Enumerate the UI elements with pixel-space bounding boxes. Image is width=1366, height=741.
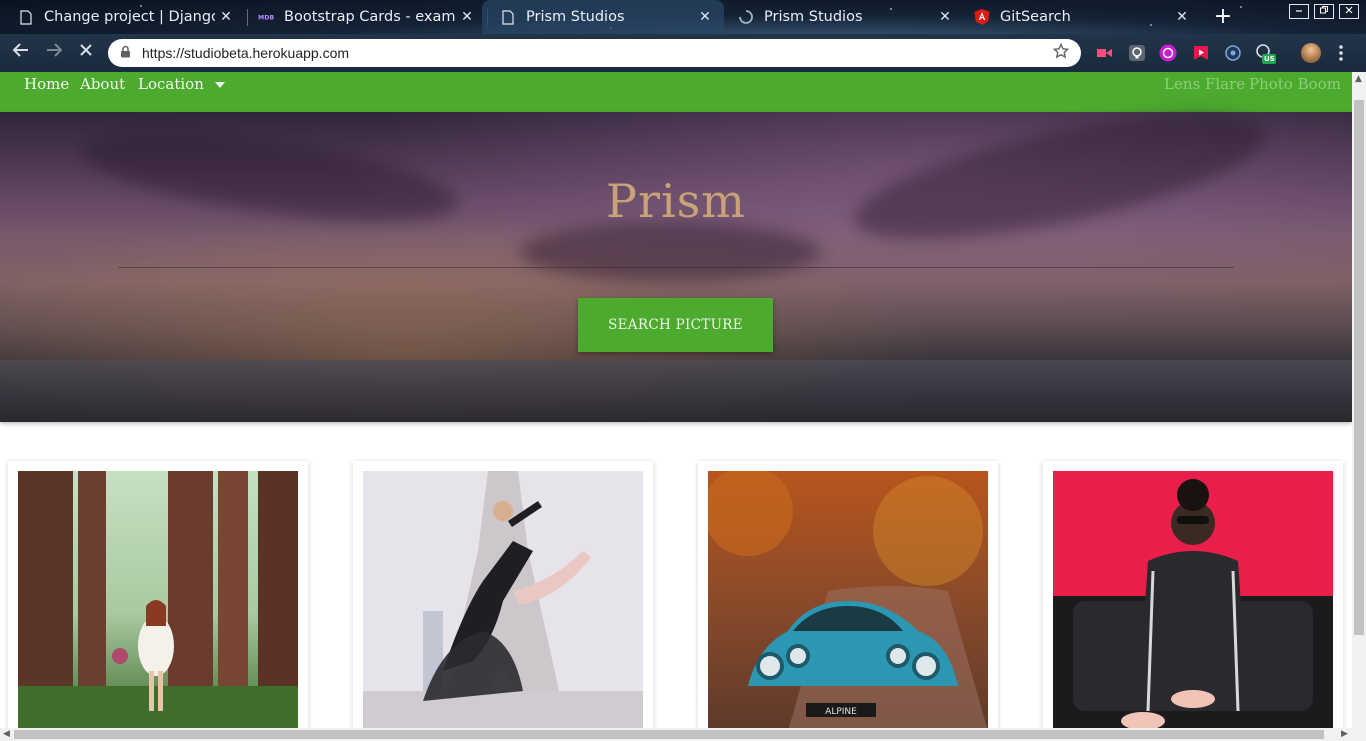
sea-horizon	[0, 360, 1352, 422]
close-tab-icon[interactable]: ✕	[1171, 9, 1193, 25]
photo-woman-pink-wall[interactable]	[1053, 471, 1333, 728]
profile-avatar[interactable]	[1301, 43, 1321, 63]
site-navbar: Home About Location Lens Flare Photo Boo…	[0, 72, 1352, 112]
search-picture-button[interactable]: SEARCH PICTURE	[578, 298, 773, 352]
close-tab-icon[interactable]: ✕	[456, 9, 478, 25]
car-plate-text: ALPINE	[825, 707, 857, 717]
vertical-scrollbar[interactable]: ▲	[1352, 72, 1366, 728]
browser-tab-strip: Change project | Django s ✕ MDB Bootstra…	[0, 0, 1366, 34]
screen-recorder-extension-icon[interactable]	[1094, 43, 1114, 63]
tab-title: GitSearch	[1000, 9, 1071, 25]
nav-link-home[interactable]: Home	[24, 75, 69, 93]
document-icon	[18, 9, 34, 25]
nav-link-lens-flare[interactable]: Lens Flare	[1164, 75, 1245, 93]
nav-link-photo-boom[interactable]: Photo Boom	[1249, 75, 1341, 93]
url-text: https://studiobeta.herokuapp.com	[142, 45, 350, 61]
stop-loading-icon[interactable]	[74, 42, 98, 64]
photo-card[interactable]	[1043, 461, 1343, 728]
photo-card[interactable]: ALPINE	[698, 461, 998, 728]
vpn-extension-icon[interactable]: US	[1255, 43, 1276, 64]
horizontal-scrollbar[interactable]: ◀ ▶	[0, 728, 1366, 741]
svg-text:MDB: MDB	[258, 15, 274, 22]
address-bar[interactable]: https://studiobeta.herokuapp.com	[108, 39, 1081, 67]
close-tab-icon[interactable]: ✕	[694, 9, 716, 25]
restore-window-button[interactable]	[1314, 4, 1334, 19]
vpn-badge-label: US	[1264, 55, 1275, 63]
tab-title: Prism Studios	[764, 9, 863, 25]
tab-title: Bootstrap Cards - exampl	[284, 9, 456, 25]
scroll-left-arrow-icon[interactable]: ◀	[3, 729, 10, 739]
nav-link-about[interactable]: About	[80, 75, 125, 93]
forward-arrow-icon[interactable]	[42, 42, 66, 64]
browser-tab[interactable]: Prism Studios ✕	[720, 0, 964, 34]
hero-cloud	[520, 222, 820, 282]
close-tab-icon[interactable]: ✕	[215, 9, 237, 25]
hero-divider	[118, 267, 1234, 268]
vertical-scroll-thumb[interactable]	[1354, 100, 1364, 635]
nav-link-location[interactable]: Location	[138, 75, 225, 93]
hero-banner: Prism SEARCH PICTURE	[0, 89, 1352, 422]
photo-forest-woman[interactable]	[18, 471, 298, 728]
tab-title: Prism Studios	[526, 9, 625, 25]
caret-down-icon	[214, 82, 225, 88]
scroll-up-arrow-icon[interactable]: ▲	[1355, 74, 1362, 84]
photo-card[interactable]	[353, 461, 653, 728]
hero-title: Prism	[606, 174, 746, 228]
photo-ballerina-eiffel[interactable]	[363, 471, 643, 728]
target-extension-icon[interactable]	[1223, 43, 1243, 63]
close-tab-icon[interactable]: ✕	[934, 9, 956, 25]
tab-title: Change project | Django s	[44, 9, 215, 25]
loading-spinner-icon	[738, 9, 754, 25]
photo-card[interactable]	[8, 461, 308, 728]
mdb-logo-icon: MDB	[258, 9, 274, 25]
browser-tab-active[interactable]: Prism Studios ✕	[482, 0, 724, 34]
minimize-window-button[interactable]	[1289, 4, 1309, 19]
scroll-right-arrow-icon[interactable]: ▶	[1341, 729, 1348, 739]
browser-tab[interactable]: MDB Bootstrap Cards - exampl ✕	[240, 0, 486, 34]
background-star	[1240, 6, 1242, 8]
browser-toolbar: https://studiobeta.herokuapp.com US	[0, 34, 1366, 72]
photo-blue-alpine-car[interactable]: ALPINE	[708, 471, 988, 728]
bookmark-save-extension-icon[interactable]	[1191, 43, 1211, 63]
horizontal-scroll-thumb[interactable]	[14, 730, 1324, 739]
browser-tab[interactable]: GitSearch ✕	[956, 0, 1201, 34]
lock-icon	[120, 45, 134, 61]
color-picker-extension-icon[interactable]	[1158, 43, 1178, 63]
kebab-menu-icon[interactable]	[1334, 43, 1348, 63]
document-icon	[500, 9, 516, 25]
new-tab-button[interactable]: +	[1212, 4, 1234, 29]
idea-bulb-extension-icon[interactable]	[1127, 43, 1147, 63]
browser-tab[interactable]: Change project | Django s ✕	[0, 0, 245, 34]
back-arrow-icon[interactable]	[9, 42, 33, 64]
nav-link-location-label: Location	[138, 75, 204, 93]
page-viewport: Home About Location Lens Flare Photo Boo…	[0, 72, 1352, 728]
bookmark-star-icon[interactable]	[1051, 42, 1071, 64]
close-window-button[interactable]	[1339, 4, 1359, 19]
angular-logo-icon	[974, 9, 990, 25]
